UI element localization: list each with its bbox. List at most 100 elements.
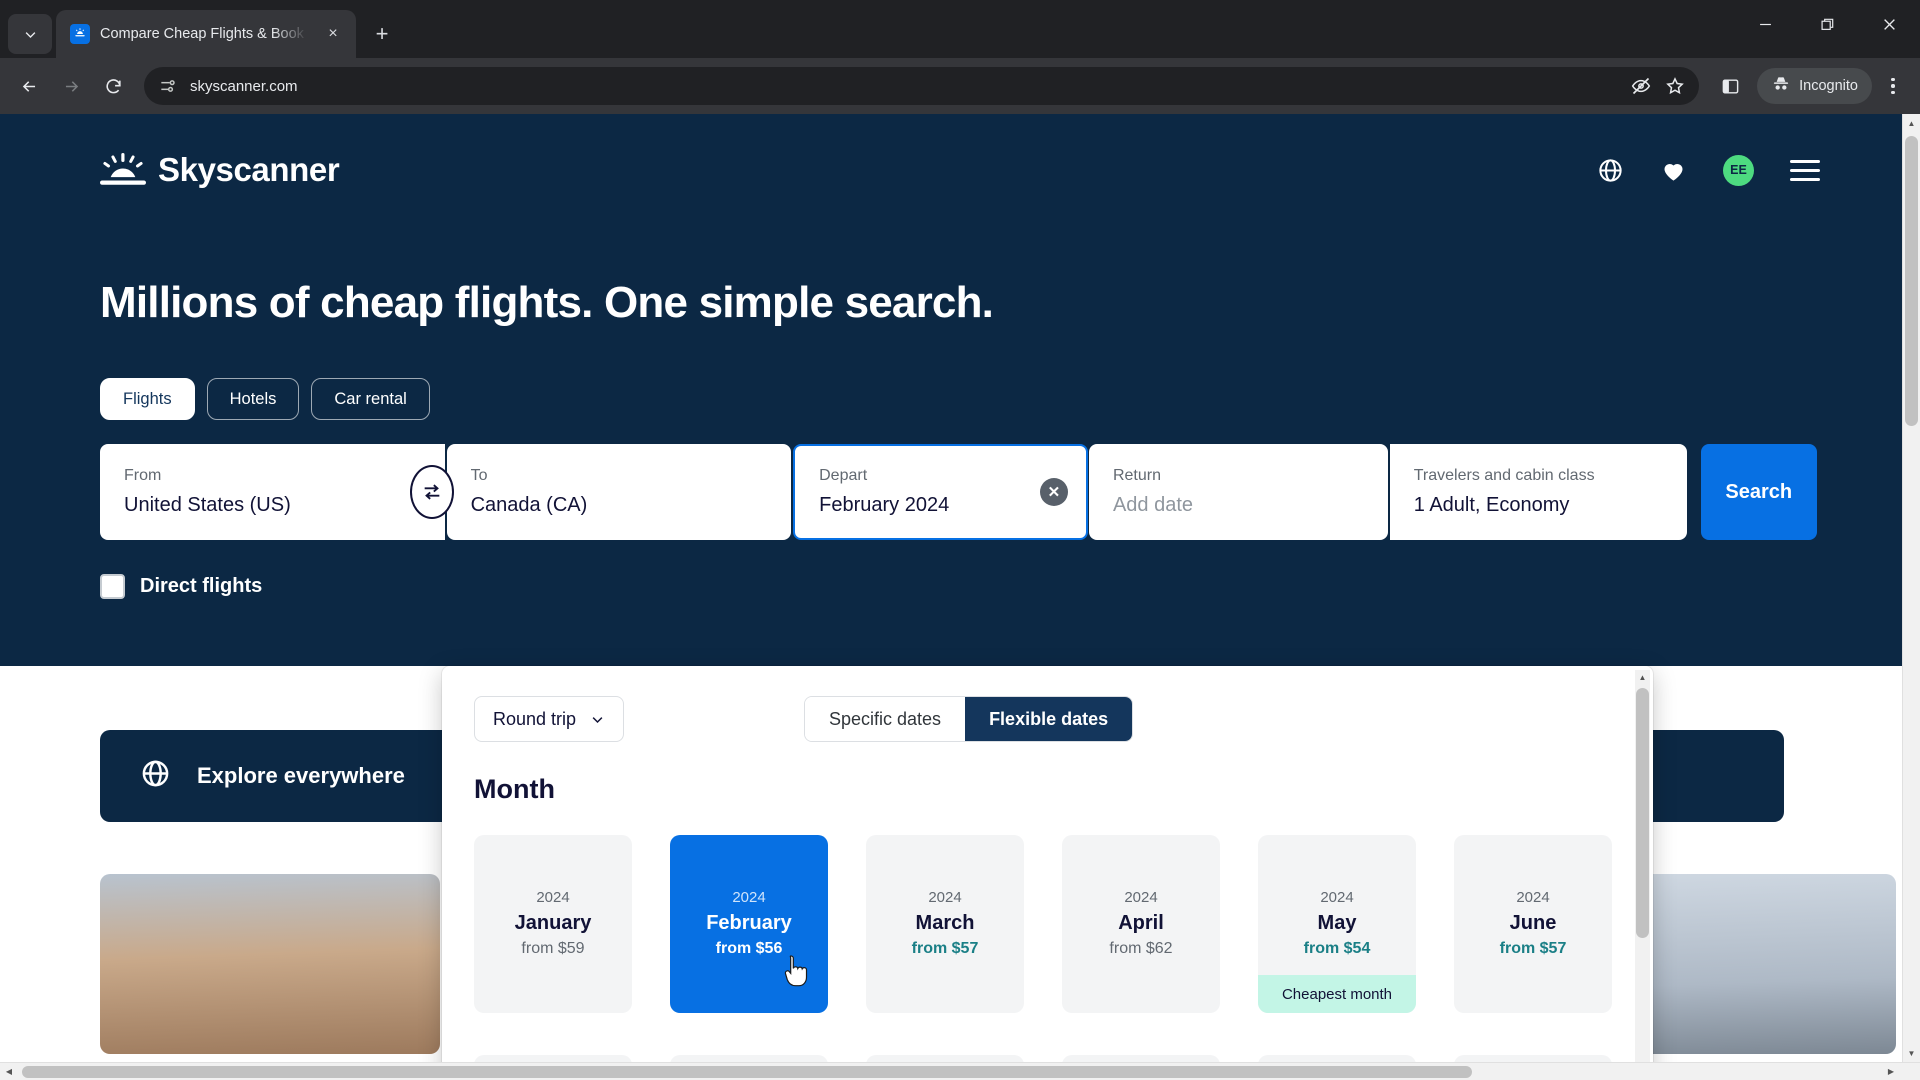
month-card-april[interactable]: 2024 April from $62 — [1062, 835, 1220, 1013]
tab-title: Compare Cheap Flights & Book — [100, 26, 304, 42]
month-year: 2024 — [1320, 889, 1354, 907]
tab-search-button[interactable] — [8, 14, 52, 54]
url-text: skyscanner.com — [190, 77, 298, 95]
trip-type-select[interactable]: Round trip — [474, 696, 625, 742]
skyscanner-icon — [70, 24, 90, 44]
back-arrow-icon[interactable] — [10, 67, 48, 105]
window-controls — [1734, 0, 1920, 48]
month-name: June — [1509, 912, 1557, 935]
brand-name: Skyscanner — [158, 151, 340, 188]
cheapest-month-badge: Cheapest month — [1258, 975, 1416, 1013]
travelers-label: Travelers and cabin class — [1413, 467, 1595, 484]
scroll-down-icon[interactable]: ▼ — [1903, 1044, 1920, 1062]
return-field[interactable]: Return Add date — [1088, 444, 1388, 540]
date-picker-scrollbar[interactable]: ▲ ▼ — [1635, 670, 1650, 1080]
month-section-heading: Month — [474, 774, 555, 804]
incognito-hat-icon — [1771, 74, 1791, 98]
tab-strip: Compare Cheap Flights & Book × + — [0, 0, 1920, 58]
search-mode-tabs: Flights Hotels Car rental — [100, 378, 1920, 420]
globe-icon[interactable] — [1597, 157, 1624, 184]
from-label: From — [124, 467, 162, 484]
month-price: from $57 — [1499, 940, 1567, 958]
avatar[interactable]: EE — [1723, 154, 1754, 186]
month-grid: 2024 January from $59 2024 February from $56 2… — [474, 835, 1633, 1080]
incognito-label: Incognito — [1799, 78, 1858, 94]
month-price: from $59 — [521, 940, 585, 958]
month-name: January — [514, 912, 592, 935]
scroll-right-icon[interactable]: ▶ — [1882, 1063, 1900, 1080]
header-actions: EE — [1597, 154, 1820, 186]
close-window-icon[interactable] — [1858, 0, 1920, 48]
reload-icon[interactable] — [94, 67, 132, 105]
browser-window: Compare Cheap Flights & Book × + skyscan… — [0, 0, 1920, 1080]
depart-label: Depart — [819, 467, 868, 484]
scroll-left-icon[interactable]: ◀ — [0, 1063, 18, 1080]
month-price: from $54 — [1303, 940, 1371, 958]
site-settings-icon[interactable] — [158, 76, 178, 96]
page-vertical-scrollbar[interactable]: ▲ ▼ — [1902, 114, 1920, 1062]
scroll-up-icon[interactable]: ▲ — [1635, 670, 1650, 685]
page-title: Millions of cheap flights. One simple se… — [100, 278, 994, 327]
swap-origin-destination-button[interactable] — [410, 465, 454, 519]
eye-off-icon[interactable] — [1631, 76, 1651, 96]
from-field[interactable]: From United States (US) — [100, 444, 445, 540]
browser-toolbar: skyscanner.com Incognito — [0, 58, 1920, 114]
page-horizontal-scrollbar[interactable]: ◀ ▶ — [0, 1062, 1920, 1080]
travelers-field[interactable]: Travelers and cabin class 1 Adult, Econo… — [1389, 444, 1687, 540]
month-price: from $62 — [1109, 940, 1173, 958]
to-label: To — [470, 467, 488, 484]
scrollbar-thumb[interactable] — [22, 1066, 1472, 1078]
to-field[interactable]: To Canada (CA) — [446, 444, 792, 540]
forward-arrow-icon — [52, 67, 90, 105]
chevron-down-icon — [25, 31, 35, 38]
scroll-up-icon[interactable]: ▲ — [1903, 114, 1920, 132]
destination-photo[interactable] — [100, 874, 440, 1054]
month-card-february[interactable]: 2024 February from $56 — [670, 835, 828, 1013]
flexible-dates-button[interactable]: Flexible dates — [965, 697, 1133, 741]
month-price: from $57 — [911, 940, 979, 958]
month-name: April — [1118, 912, 1164, 935]
omnibox-actions — [1631, 76, 1685, 96]
month-year: 2024 — [732, 889, 766, 907]
direct-flights-row[interactable]: Direct flights — [100, 574, 1920, 599]
address-bar[interactable]: skyscanner.com — [144, 67, 1700, 105]
heart-icon[interactable] — [1660, 157, 1687, 184]
close-tab-icon[interactable]: × — [320, 21, 346, 47]
month-name: May — [1317, 912, 1357, 935]
side-panel-icon[interactable] — [1711, 67, 1749, 105]
return-label: Return — [1112, 467, 1161, 484]
incognito-indicator[interactable]: Incognito — [1757, 68, 1872, 104]
month-card-may[interactable]: 2024 May from $54 Cheapest month — [1258, 835, 1416, 1013]
specific-dates-button[interactable]: Specific dates — [805, 697, 966, 741]
search-button[interactable]: Search — [1700, 444, 1817, 540]
browser-tab[interactable]: Compare Cheap Flights & Book × — [56, 10, 356, 58]
date-mode-toggle: Specific dates Flexible dates — [804, 696, 1134, 742]
trip-type-label: Round trip — [493, 708, 577, 729]
tab-flights[interactable]: Flights — [100, 378, 195, 420]
skyscanner-logo[interactable]: Skyscanner — [100, 151, 340, 189]
clear-depart-icon[interactable]: ✕ — [1039, 478, 1068, 506]
hamburger-icon[interactable] — [1790, 159, 1820, 181]
depart-value: February 2024 — [819, 494, 950, 517]
month-name: February — [706, 912, 792, 935]
tab-car-rental[interactable]: Car rental — [311, 378, 430, 420]
restore-icon[interactable] — [1796, 0, 1858, 48]
scrollbar-thumb[interactable] — [1636, 688, 1649, 938]
three-dots-icon[interactable] — [1876, 67, 1910, 105]
star-icon[interactable] — [1665, 76, 1685, 96]
tab-hotels[interactable]: Hotels — [206, 378, 300, 420]
site-header: Skyscanner EE — [100, 114, 1920, 226]
scrollbar-thumb[interactable] — [1905, 136, 1918, 426]
month-card-june[interactable]: 2024 June from $57 — [1454, 835, 1612, 1013]
return-placeholder: Add date — [1112, 494, 1194, 517]
date-picker-controls: Round trip Specific dates Flexible dates — [474, 696, 1633, 742]
flight-search-form: From United States (US) To Canada (CA) D… — [100, 444, 1817, 540]
travelers-value: 1 Adult, Economy — [1413, 494, 1570, 517]
depart-field[interactable]: Depart February 2024 ✕ — [793, 444, 1088, 540]
month-card-march[interactable]: 2024 March from $57 — [866, 835, 1024, 1013]
direct-flights-checkbox[interactable] — [100, 574, 125, 599]
minimize-icon[interactable] — [1734, 0, 1796, 48]
new-tab-button[interactable]: + — [364, 16, 400, 52]
globe-icon — [140, 758, 171, 794]
month-card-january[interactable]: 2024 January from $59 — [474, 835, 632, 1013]
